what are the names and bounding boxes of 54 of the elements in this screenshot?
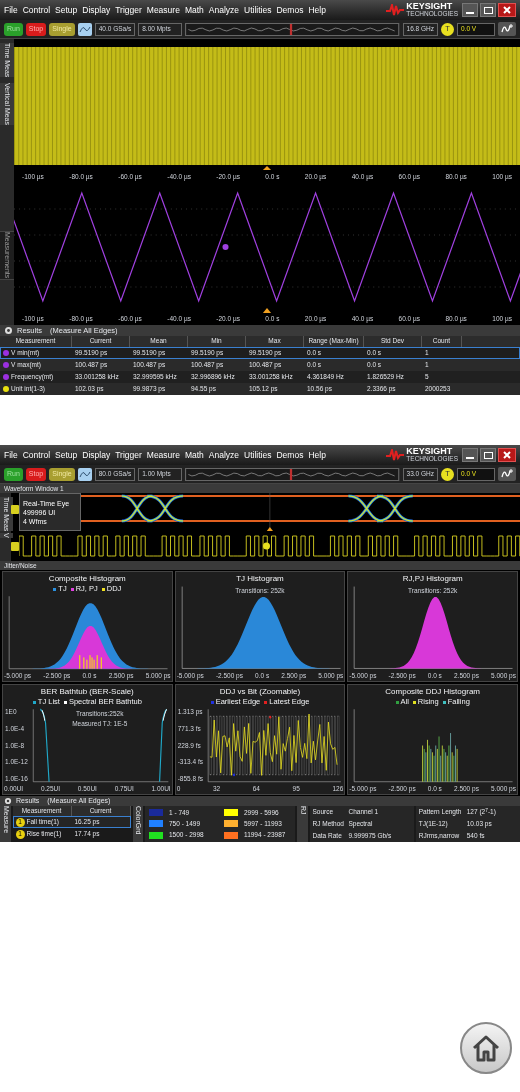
menu-item[interactable]: Trigger <box>115 448 142 462</box>
channel-marker-icon <box>11 505 19 514</box>
close-button[interactable] <box>498 3 516 17</box>
chart-title: BER Bathtub (BER-Scale) <box>39 687 135 697</box>
menu-item[interactable]: Trigger <box>115 3 142 17</box>
channel-marker-icon <box>11 541 19 551</box>
chart-title: Composite Histogram <box>47 574 127 584</box>
menu-item[interactable]: Math <box>184 448 204 462</box>
chart-title: RJ,PJ Histogram <box>401 574 464 584</box>
logo-icon <box>386 4 405 16</box>
menu-item[interactable]: File <box>4 3 18 17</box>
menu-item[interactable]: Help <box>308 448 326 462</box>
minimize-button[interactable] <box>462 448 478 462</box>
maximize-button[interactable] <box>480 3 496 17</box>
home-icon <box>471 1034 501 1062</box>
waveform-add-icon[interactable] <box>498 22 516 36</box>
settings-icon[interactable] <box>4 326 13 335</box>
home-button[interactable] <box>460 1022 512 1074</box>
waveform-add-icon[interactable] <box>498 467 516 481</box>
maximize-button[interactable] <box>480 448 496 462</box>
brand-name: KEYSIGHT <box>406 2 453 12</box>
menu-item[interactable]: Setup <box>55 448 78 462</box>
waveform-icon[interactable] <box>77 467 92 481</box>
menu-item[interactable]: Display <box>82 3 111 17</box>
menu-item[interactable]: Help <box>308 3 326 17</box>
menu-item[interactable]: Demos <box>276 448 304 462</box>
minimize-button[interactable] <box>462 3 478 17</box>
close-icon <box>503 6 511 14</box>
menu-item[interactable]: Utilities <box>244 3 272 17</box>
menu-item[interactable]: Measure <box>146 3 180 17</box>
close-icon <box>503 451 511 459</box>
menu-item[interactable]: Control <box>22 448 51 462</box>
ddj-histogram-bars <box>422 733 458 782</box>
menu-item[interactable]: Setup <box>55 3 78 17</box>
chart-title: TJ Histogram <box>235 574 285 584</box>
chart-title: DDJ vs Bit (Zoomable) <box>218 687 302 697</box>
waveform-icon[interactable] <box>77 22 92 36</box>
menu-item[interactable]: Demos <box>276 3 304 17</box>
menu-item[interactable]: Display <box>82 448 111 462</box>
menu-item[interactable]: Analyze <box>208 3 240 17</box>
menu-item[interactable]: Analyze <box>208 448 240 462</box>
chart-title: Composite DDJ Histogram <box>384 687 481 697</box>
menu-item[interactable]: Measure <box>146 448 180 462</box>
close-button[interactable] <box>498 448 516 462</box>
menu-item[interactable]: Math <box>184 3 204 17</box>
menu-item[interactable]: Control <box>22 3 51 17</box>
menu-item[interactable]: Utilities <box>244 448 272 462</box>
ddj-histogram-bars <box>79 655 102 669</box>
latest-edge-marker <box>269 715 272 719</box>
earliest-edge-marker <box>232 773 235 777</box>
logo-icon <box>386 449 405 461</box>
menu-item[interactable]: File <box>4 448 18 462</box>
brand-name: KEYSIGHT <box>406 447 453 457</box>
settings-icon[interactable] <box>4 797 12 805</box>
